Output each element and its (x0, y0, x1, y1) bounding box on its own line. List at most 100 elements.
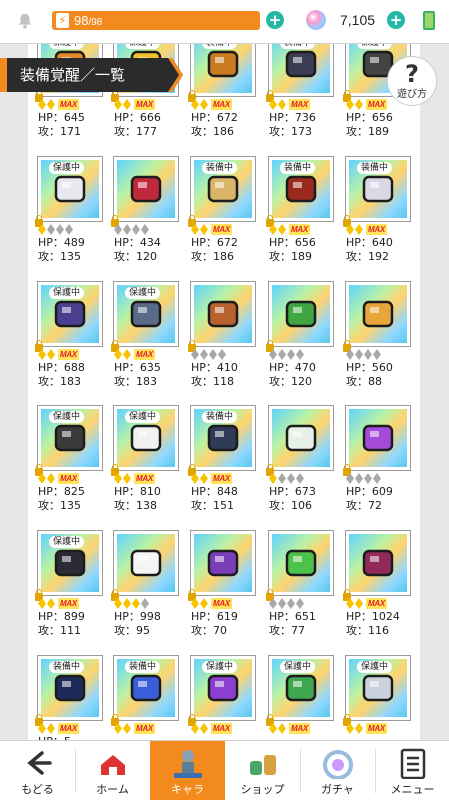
title-accent-left (0, 58, 7, 92)
notification-bell-icon[interactable] (16, 12, 34, 30)
nav-menu-button[interactable]: メニュー (375, 741, 449, 800)
gem-filled-icon (191, 99, 199, 110)
equipment-icon-frame[interactable] (268, 405, 334, 471)
max-badge: MAX (366, 99, 387, 110)
attack-value: 攻：189 (346, 125, 389, 138)
max-badge: MAX (134, 473, 155, 484)
nav-label: ホーム (96, 783, 129, 796)
equipment-icon-frame[interactable] (345, 530, 411, 596)
equipment-icon-frame[interactable]: 保護中 (37, 281, 103, 347)
max-badge: MAX (211, 598, 232, 609)
max-badge: MAX (134, 99, 155, 110)
gem-filled-icon (47, 99, 55, 110)
hp-value: HP：410 (191, 361, 238, 374)
equipment-icon-frame[interactable]: 装備中 (268, 156, 334, 222)
equipment-icon-frame[interactable]: 装備中 (113, 655, 179, 721)
gem-empty-icon (373, 349, 381, 360)
status-badge: 保護中 (280, 661, 316, 673)
add-gems-button[interactable]: + (387, 11, 405, 29)
status-badge: 保護中 (125, 411, 161, 423)
gem-empty-icon (364, 349, 372, 360)
gem-filled-icon (123, 99, 131, 110)
awakening-gems: MAX (114, 99, 180, 111)
gem-empty-icon (278, 349, 286, 360)
equipment-icon-frame[interactable]: 装備中 (190, 405, 256, 471)
equipment-icon-frame[interactable] (268, 281, 334, 347)
awakening-gems (114, 598, 180, 610)
bracer-icon (207, 300, 239, 328)
equipment-icon-frame[interactable] (268, 530, 334, 596)
equipment-icon-frame[interactable] (190, 530, 256, 596)
attack-value: 攻：183 (38, 375, 81, 388)
max-badge: MAX (289, 224, 310, 235)
equipment-icon-frame[interactable]: 装備中 (268, 44, 334, 97)
equipment-icon-frame[interactable]: 保護中 (113, 405, 179, 471)
winged-emblem-icon (362, 300, 394, 328)
scythe-icon (285, 50, 317, 78)
battery-icon (423, 11, 435, 30)
hp-value: HP：645 (38, 111, 85, 124)
green-scroll-icon (285, 549, 317, 577)
equipment-icon-frame[interactable]: 装備中 (190, 156, 256, 222)
status-badge: 保護中 (49, 162, 85, 174)
equipment-icon-frame[interactable]: 保護中 (268, 655, 334, 721)
gem-filled-icon (114, 349, 122, 360)
awakening-gems: MAX (191, 598, 257, 610)
attack-value: 攻：135 (38, 250, 81, 263)
equipment-icon-frame[interactable]: 保護中 (113, 281, 179, 347)
equipment-icon-frame[interactable] (190, 281, 256, 347)
status-badge: 保護中 (49, 44, 85, 49)
gem-filled-icon (191, 473, 199, 484)
gem-filled-icon (191, 723, 199, 734)
stamina-bolt-icon: ⚡ (56, 13, 69, 28)
status-badge: 保護中 (49, 536, 85, 548)
gem-empty-icon (200, 349, 208, 360)
add-stamina-button[interactable]: + (266, 11, 284, 29)
equipment-icon-frame[interactable]: 保護中 (37, 405, 103, 471)
equipment-icon-frame[interactable]: 装備中 (345, 156, 411, 222)
gem-filled-icon (191, 598, 199, 609)
hp-value: HP：619 (191, 610, 238, 623)
nav-label: キャラ (171, 783, 204, 796)
hp-value: HP：1024 (346, 610, 400, 623)
gem-empty-icon (47, 224, 55, 235)
equipment-icon-frame[interactable] (113, 156, 179, 222)
nav-home-button[interactable]: ホーム (75, 741, 150, 800)
gem-filled-icon (346, 99, 354, 110)
nav-gacha-button[interactable]: ガチャ (300, 741, 375, 800)
hp-value: HP：672 (191, 111, 238, 124)
tower-shield-icon (54, 549, 86, 577)
nav-shop-button[interactable]: ショップ (225, 741, 300, 800)
gem-filled-icon (123, 473, 131, 484)
attack-value: 攻：135 (38, 499, 81, 512)
nav-back-arrow-button[interactable]: もどる (0, 741, 75, 800)
attack-value: 攻：70 (191, 624, 227, 637)
nav-character-button[interactable]: キャラ (150, 741, 225, 800)
hp-value: HP：673 (269, 485, 316, 498)
attack-value: 攻：111 (38, 624, 81, 637)
help-button[interactable]: ? 遊び方 (387, 56, 437, 106)
hp-value: HP：736 (269, 111, 316, 124)
attack-value: 攻：77 (269, 624, 305, 637)
equipment-icon-frame[interactable]: 保護中 (190, 655, 256, 721)
gem-filled-icon (278, 99, 286, 110)
equipment-icon-frame[interactable]: 装備中 (190, 44, 256, 97)
stamina-text: 98/98 (74, 11, 102, 30)
attack-value: 攻：177 (114, 125, 157, 138)
equipment-list-panel[interactable]: 保護中MAXHP：645攻：171保護中MAXHP：666攻：177装備中MAX… (28, 44, 420, 740)
nav-divider (300, 749, 301, 793)
equipment-icon-frame[interactable]: 保護中 (37, 530, 103, 596)
gem-filled-icon (132, 598, 140, 609)
awakening-gems: MAX (114, 473, 180, 485)
equipment-icon-frame[interactable] (345, 405, 411, 471)
attack-value: 攻：120 (269, 375, 312, 388)
equipment-icon-frame[interactable]: 保護中 (37, 156, 103, 222)
equipment-icon-frame[interactable]: 装備中 (37, 655, 103, 721)
equipment-icon-frame[interactable] (345, 281, 411, 347)
status-badge: 装備中 (49, 661, 85, 673)
max-badge: MAX (58, 349, 79, 360)
gem-empty-icon (287, 473, 295, 484)
equipment-icon-frame[interactable] (113, 530, 179, 596)
equipment-icon-frame[interactable]: 保護中 (345, 655, 411, 721)
attack-value: 攻：151 (191, 499, 234, 512)
